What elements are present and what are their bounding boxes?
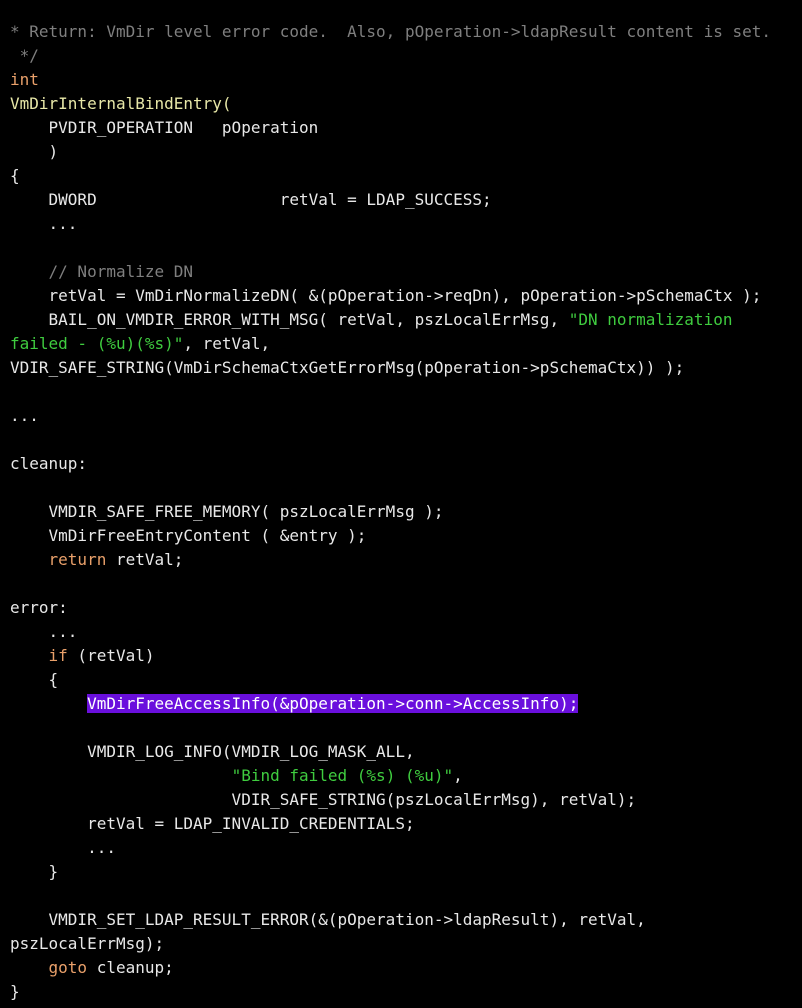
code-line[interactable]: VMDIR_SET_LDAP_RESULT_ERROR(&(pOperation… xyxy=(10,908,802,932)
code-token-plain: VDIR_SAFE_STRING(VmDirSchemaCtxGetErrorM… xyxy=(10,358,685,377)
code-token-keyword: if xyxy=(48,646,68,665)
code-line[interactable]: * Return: VmDir level error code. Also, … xyxy=(10,20,802,44)
code-viewer[interactable]: * Return: VmDir level error code. Also, … xyxy=(0,0,802,1008)
code-line[interactable]: */ xyxy=(10,44,802,68)
code-line[interactable]: retVal = LDAP_INVALID_CREDENTIALS; xyxy=(10,812,802,836)
code-token-plain: cleanup; xyxy=(87,958,174,977)
code-line[interactable]: ​ xyxy=(10,884,802,908)
code-token-plain: PVDIR_OPERATION pOperation xyxy=(10,118,319,137)
code-token-plain: ... xyxy=(10,214,78,233)
code-line[interactable]: goto cleanup; xyxy=(10,956,802,980)
code-token-string: failed - (%u)(%s)" xyxy=(10,334,184,353)
code-token-keyword: goto xyxy=(48,958,88,977)
code-line[interactable]: int xyxy=(10,68,802,92)
code-token-string: "DN normalization xyxy=(568,310,733,329)
code-line[interactable]: VmDirFreeAccessInfo(&pOperation->conn->A… xyxy=(10,692,802,716)
code-token-plain: VMDIR_LOG_INFO(VMDIR_LOG_MASK_ALL, xyxy=(10,742,415,761)
code-token-plain: DWORD retVal = LDAP_SUCCESS; xyxy=(10,190,492,209)
code-line[interactable]: if (retVal) xyxy=(10,644,802,668)
code-line[interactable]: VMDIR_SAFE_FREE_MEMORY( pszLocalErrMsg )… xyxy=(10,500,802,524)
code-token-plain: retVal; xyxy=(106,550,184,569)
code-token-plain: } xyxy=(10,862,59,881)
code-line[interactable]: ... xyxy=(10,620,802,644)
code-token-plain: BAIL_ON_VMDIR_ERROR_WITH_MSG( retVal, ps… xyxy=(10,310,569,329)
code-token-plain: ) xyxy=(10,142,59,161)
code-line[interactable]: ​ xyxy=(10,428,802,452)
code-token-plain: retVal = LDAP_INVALID_CREDENTIALS; xyxy=(10,814,415,833)
code-token-plain: VmDirFreeEntryContent ( &entry ); xyxy=(10,526,367,545)
code-line[interactable]: VDIR_SAFE_STRING(VmDirSchemaCtxGetErrorM… xyxy=(10,356,802,380)
code-token-plain: } xyxy=(10,982,20,1001)
code-line[interactable]: VMDIR_LOG_INFO(VMDIR_LOG_MASK_ALL, xyxy=(10,740,802,764)
code-line[interactable]: } xyxy=(10,980,802,1004)
code-token-plain: retVal = VmDirNormalizeDN( &(pOperation-… xyxy=(10,286,762,305)
code-line[interactable]: "Bind failed (%s) (%u)", xyxy=(10,764,802,788)
code-token-string: "Bind failed (%s) (%u)" xyxy=(231,766,454,785)
code-line[interactable]: ... xyxy=(10,404,802,428)
code-token-comment: // Normalize DN xyxy=(48,262,194,281)
code-token-plain: VDIR_SAFE_STRING(pszLocalErrMsg), retVal… xyxy=(10,790,637,809)
code-line[interactable]: { xyxy=(10,164,802,188)
code-token-comment: */ xyxy=(10,46,39,65)
highlighted-code-token: VmDirFreeAccessInfo(&pOperation->conn->A… xyxy=(87,694,579,713)
code-line[interactable]: failed - (%u)(%s)", retVal, xyxy=(10,332,802,356)
code-token-label: cleanup: xyxy=(10,454,88,473)
code-line[interactable]: } xyxy=(10,860,802,884)
code-token-plain: ... xyxy=(10,622,78,641)
code-token-plain: { xyxy=(10,670,59,689)
code-line[interactable]: PVDIR_OPERATION pOperation xyxy=(10,116,802,140)
code-line[interactable]: ​ xyxy=(10,572,802,596)
code-line[interactable]: retVal = VmDirNormalizeDN( &(pOperation-… xyxy=(10,284,802,308)
code-line[interactable]: ​ xyxy=(10,236,802,260)
code-line[interactable]: VmDirFreeEntryContent ( &entry ); xyxy=(10,524,802,548)
code-line[interactable]: ​ xyxy=(10,380,802,404)
code-line[interactable]: return retVal; xyxy=(10,548,802,572)
code-token-plain: ... xyxy=(10,406,39,425)
code-line[interactable]: error: xyxy=(10,596,802,620)
code-token-plain: VMDIR_SAFE_FREE_MEMORY( pszLocalErrMsg )… xyxy=(10,502,444,521)
code-line[interactable]: DWORD retVal = LDAP_SUCCESS; xyxy=(10,188,802,212)
code-token-plain: , xyxy=(453,766,463,785)
code-line[interactable]: VDIR_SAFE_STRING(pszLocalErrMsg), retVal… xyxy=(10,788,802,812)
code-token-plain: { xyxy=(10,166,20,185)
code-token-function: VmDirInternalBindEntry( xyxy=(10,94,232,113)
code-token-keyword: return xyxy=(48,550,107,569)
code-token-keyword: int xyxy=(10,70,39,89)
code-line[interactable]: ... xyxy=(10,836,802,860)
code-token-plain: (retVal) xyxy=(67,646,155,665)
code-line[interactable]: // Normalize DN xyxy=(10,260,802,284)
code-line[interactable]: pszLocalErrMsg); xyxy=(10,932,802,956)
code-token-label: error: xyxy=(10,598,68,617)
code-token-comment: * Return: VmDir level error code. Also, … xyxy=(10,22,771,41)
code-line[interactable]: ​ xyxy=(10,716,802,740)
code-token-plain: VMDIR_SET_LDAP_RESULT_ERROR(&(pOperation… xyxy=(10,910,646,929)
code-line[interactable]: { xyxy=(10,668,802,692)
code-line[interactable]: ... xyxy=(10,212,802,236)
code-line[interactable]: ) xyxy=(10,140,802,164)
code-line[interactable]: BAIL_ON_VMDIR_ERROR_WITH_MSG( retVal, ps… xyxy=(10,308,802,332)
code-line[interactable]: cleanup: xyxy=(10,452,802,476)
code-line[interactable]: ​ xyxy=(10,476,802,500)
code-token-plain: pszLocalErrMsg); xyxy=(10,934,165,953)
code-line[interactable]: VmDirInternalBindEntry( xyxy=(10,92,802,116)
code-token-plain: ... xyxy=(10,838,116,857)
code-token-plain: , retVal, xyxy=(183,334,271,353)
